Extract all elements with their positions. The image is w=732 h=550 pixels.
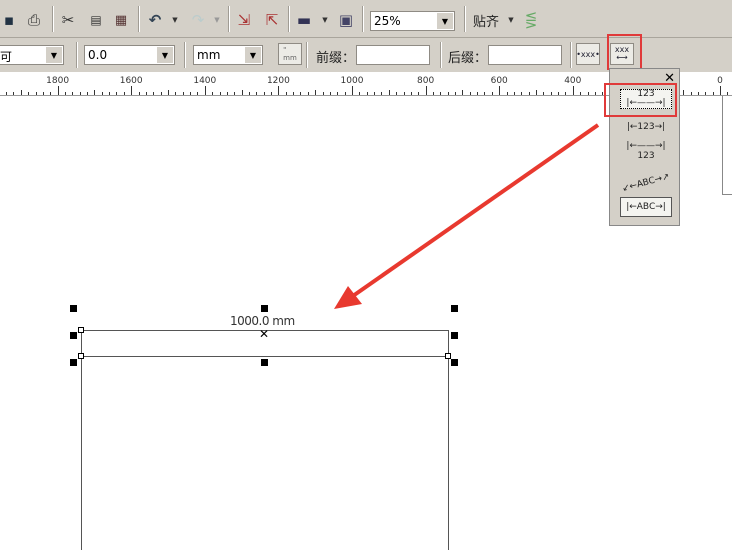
- node-handle[interactable]: [445, 353, 451, 359]
- selection-handle[interactable]: [451, 359, 458, 366]
- selection-handle[interactable]: [261, 305, 268, 312]
- selection-handle[interactable]: [451, 332, 458, 339]
- selection-handle[interactable]: [451, 305, 458, 312]
- node-handle[interactable]: [78, 353, 84, 359]
- selection-handle[interactable]: [70, 332, 77, 339]
- selection-handle[interactable]: [261, 359, 268, 366]
- arrow-head: [334, 286, 362, 309]
- node-handle[interactable]: [78, 327, 84, 333]
- dimension-text[interactable]: 1000.0 mm: [230, 314, 295, 328]
- selection-handle[interactable]: [70, 305, 77, 312]
- selection-handle[interactable]: [70, 359, 77, 366]
- dimension-line[interactable]: [81, 356, 449, 357]
- center-x-icon: ✕: [259, 327, 270, 341]
- arrow-shaft: [348, 123, 600, 300]
